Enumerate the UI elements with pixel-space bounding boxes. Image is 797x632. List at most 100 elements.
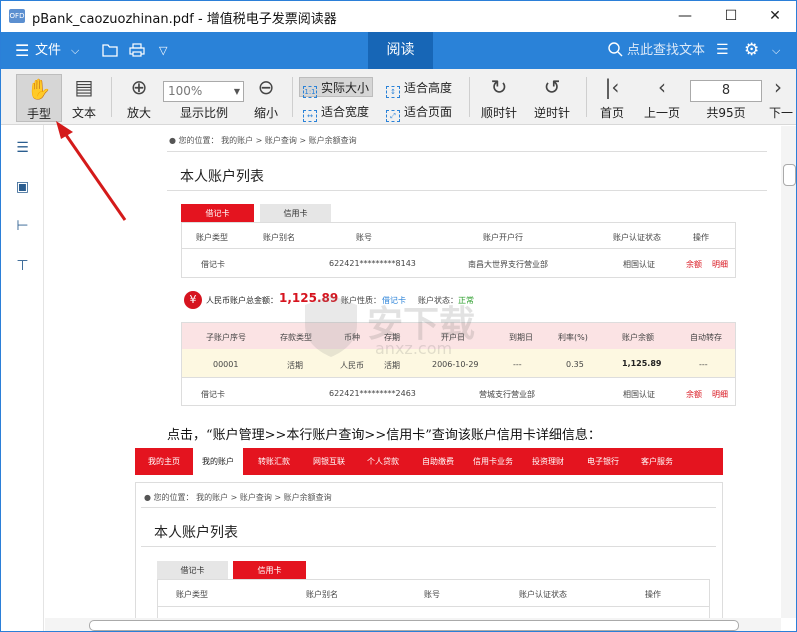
vertical-scrollbar[interactable] xyxy=(781,126,796,618)
nav-item[interactable]: 客户服务 xyxy=(641,448,673,475)
zoom-in-button[interactable]: ⊕ 放大 xyxy=(119,69,159,125)
divider xyxy=(167,190,767,191)
actual-size-button[interactable]: 1:1 实际大小 xyxy=(299,77,374,98)
table-header: 账户余额 xyxy=(622,333,654,342)
hamburger-icon[interactable]: ☰ xyxy=(15,32,29,69)
fit-page-icon: ⤢ xyxy=(386,110,400,122)
printer-icon xyxy=(129,43,145,57)
more-chevron-icon[interactable]: ▽ xyxy=(159,32,167,69)
divider xyxy=(141,546,716,547)
horizontal-scroll-thumb[interactable] xyxy=(89,620,739,631)
chevron-down-icon[interactable]: ⌵ xyxy=(71,32,79,69)
app-window: OFD pBank_caozuozhinan.pdf - 增值税电子发票阅读器 … xyxy=(0,0,797,632)
outline-list-icon[interactable]: ☰ xyxy=(14,140,31,157)
image-thumbnail-icon[interactable]: ▣ xyxy=(14,179,31,196)
prev-page-button[interactable]: ‹ 上一页 xyxy=(639,69,685,125)
table-cell: 622421*********8143 xyxy=(329,259,416,268)
display-ratio-label: 显示比例 xyxy=(179,106,228,120)
tab-credit-card[interactable]: 信用卡 xyxy=(260,204,331,223)
table-cell: 00001 xyxy=(213,360,239,369)
fit-page-label: 适合页面 xyxy=(404,105,453,119)
annotation-icon[interactable]: ⊤ xyxy=(14,258,31,275)
rotate-counterclockwise-label: 逆时针 xyxy=(533,106,570,120)
fit-height-button[interactable]: ↕ 适合高度 xyxy=(386,78,452,98)
table-cell: 南昌大世界支行营业部 xyxy=(468,260,548,269)
divider xyxy=(167,151,767,152)
tab-read[interactable]: 阅读 xyxy=(368,32,433,69)
table-header: 利率(%) xyxy=(558,333,588,342)
fit-page-button[interactable]: ⤢ 适合页面 xyxy=(386,102,452,122)
menu-icon[interactable]: ☰ xyxy=(716,32,729,69)
toolbar-divider xyxy=(469,77,470,117)
breadcrumb: ● 您的位置： 我的账户 > 账户查询 > 账户余额查询 xyxy=(144,492,332,503)
chevron-left-icon: ‹ xyxy=(658,75,666,99)
table-header: 子账户序号 xyxy=(206,333,246,342)
close-button[interactable]: ✕ xyxy=(752,1,796,32)
minimize-button[interactable]: — xyxy=(662,1,708,32)
next-page-button[interactable]: › 下一 xyxy=(763,69,793,125)
nav-item[interactable]: 网银互联 xyxy=(313,448,345,475)
search-box[interactable]: 点此查找文本 xyxy=(608,32,705,69)
total-pages-label: 共95页 xyxy=(706,106,746,120)
open-folder-button[interactable] xyxy=(102,32,118,69)
detail-link[interactable]: 明细 xyxy=(712,389,728,400)
nav-item-active[interactable]: 我的账户 xyxy=(193,448,243,475)
maximize-button[interactable]: ☐ xyxy=(708,1,754,32)
first-page-button[interactable]: |‹ 首页 xyxy=(594,69,630,125)
table-header: 账号 xyxy=(356,233,372,242)
zoom-in-icon: ⊕ xyxy=(130,75,148,99)
nav-item[interactable]: 个人贷款 xyxy=(367,448,399,475)
page-title: 本人账户列表 xyxy=(154,525,238,541)
hand-tool-label: 手型 xyxy=(26,107,51,121)
app-logo-icon: OFD xyxy=(9,9,25,23)
hand-tool-button[interactable]: ✋ 手型 xyxy=(16,74,62,122)
prev-page-label: 上一页 xyxy=(643,106,680,120)
tab-debit-card[interactable]: 借记卡 xyxy=(181,204,254,223)
nav-item[interactable]: 转账汇款 xyxy=(258,448,290,475)
table-cell: 营城支行营业部 xyxy=(479,390,535,399)
location-pin-icon: ● xyxy=(144,493,151,502)
print-button[interactable] xyxy=(129,32,145,69)
balance-link[interactable]: 余额 xyxy=(686,389,702,400)
next-page-label: 下一 xyxy=(769,106,794,120)
table-header: 账户开户行 xyxy=(483,233,523,242)
breadcrumb-text: 您的位置： 我的账户 > 账户查询 > 账户余额查询 xyxy=(178,136,357,145)
nav-item[interactable]: 自助缴费 xyxy=(422,448,454,475)
rotate-clockwise-button[interactable]: ↻ 顺时针 xyxy=(476,69,522,125)
table-cell: 借记卡 xyxy=(201,260,225,269)
nav-item[interactable]: 我的主页 xyxy=(148,448,180,475)
display-ratio-group: 显示比例 xyxy=(171,69,237,125)
fit-width-icon: ↔ xyxy=(303,110,317,122)
text-tool-button[interactable]: ▤ 文本 xyxy=(63,69,105,125)
credit-table xyxy=(157,579,710,621)
nav-item[interactable]: 电子银行 xyxy=(587,448,619,475)
table-divider xyxy=(182,248,735,249)
nav-item[interactable]: 信用卡业务 xyxy=(473,448,513,475)
table-divider xyxy=(158,606,709,607)
location-pin-icon: ● xyxy=(169,136,176,145)
gear-icon[interactable]: ⚙ xyxy=(744,32,759,69)
table-header: 账户别名 xyxy=(263,233,295,242)
first-page-icon: |‹ xyxy=(604,75,620,99)
nav-item[interactable]: 投资理财 xyxy=(532,448,564,475)
watermark-url: anxz.com xyxy=(375,339,453,358)
balance-link[interactable]: 余额 xyxy=(686,259,702,270)
fit-height-label: 适合高度 xyxy=(404,81,453,95)
vertical-scroll-thumb[interactable] xyxy=(783,164,796,186)
zoom-out-button[interactable]: ⊖ 缩小 xyxy=(246,69,286,125)
tab-credit-card[interactable]: 信用卡 xyxy=(233,561,306,580)
tree-structure-icon[interactable]: ⊢ xyxy=(14,218,31,235)
zoom-out-icon: ⊖ xyxy=(257,75,275,99)
file-menu[interactable]: 文件 xyxy=(35,32,61,69)
table-cell: 相国认证 xyxy=(623,390,655,399)
expand-chevron-icon[interactable]: ⌵ xyxy=(772,32,780,69)
table-header: 账户认证状态 xyxy=(519,590,567,599)
divider xyxy=(141,507,716,508)
rotate-counterclockwise-icon: ↺ xyxy=(543,75,561,99)
rotate-counterclockwise-button[interactable]: ↺ 逆时针 xyxy=(529,69,575,125)
tab-debit-card[interactable]: 借记卡 xyxy=(157,561,228,580)
menu-bar: ☰ 文件 ⌵ ▽ 阅读 点此查找文本 ☰ ⚙ ⌵ xyxy=(1,32,796,69)
detail-link[interactable]: 明细 xyxy=(712,259,728,270)
table-header: 账户别名 xyxy=(306,590,338,599)
fit-width-button[interactable]: ↔ 适合宽度 xyxy=(303,102,369,122)
